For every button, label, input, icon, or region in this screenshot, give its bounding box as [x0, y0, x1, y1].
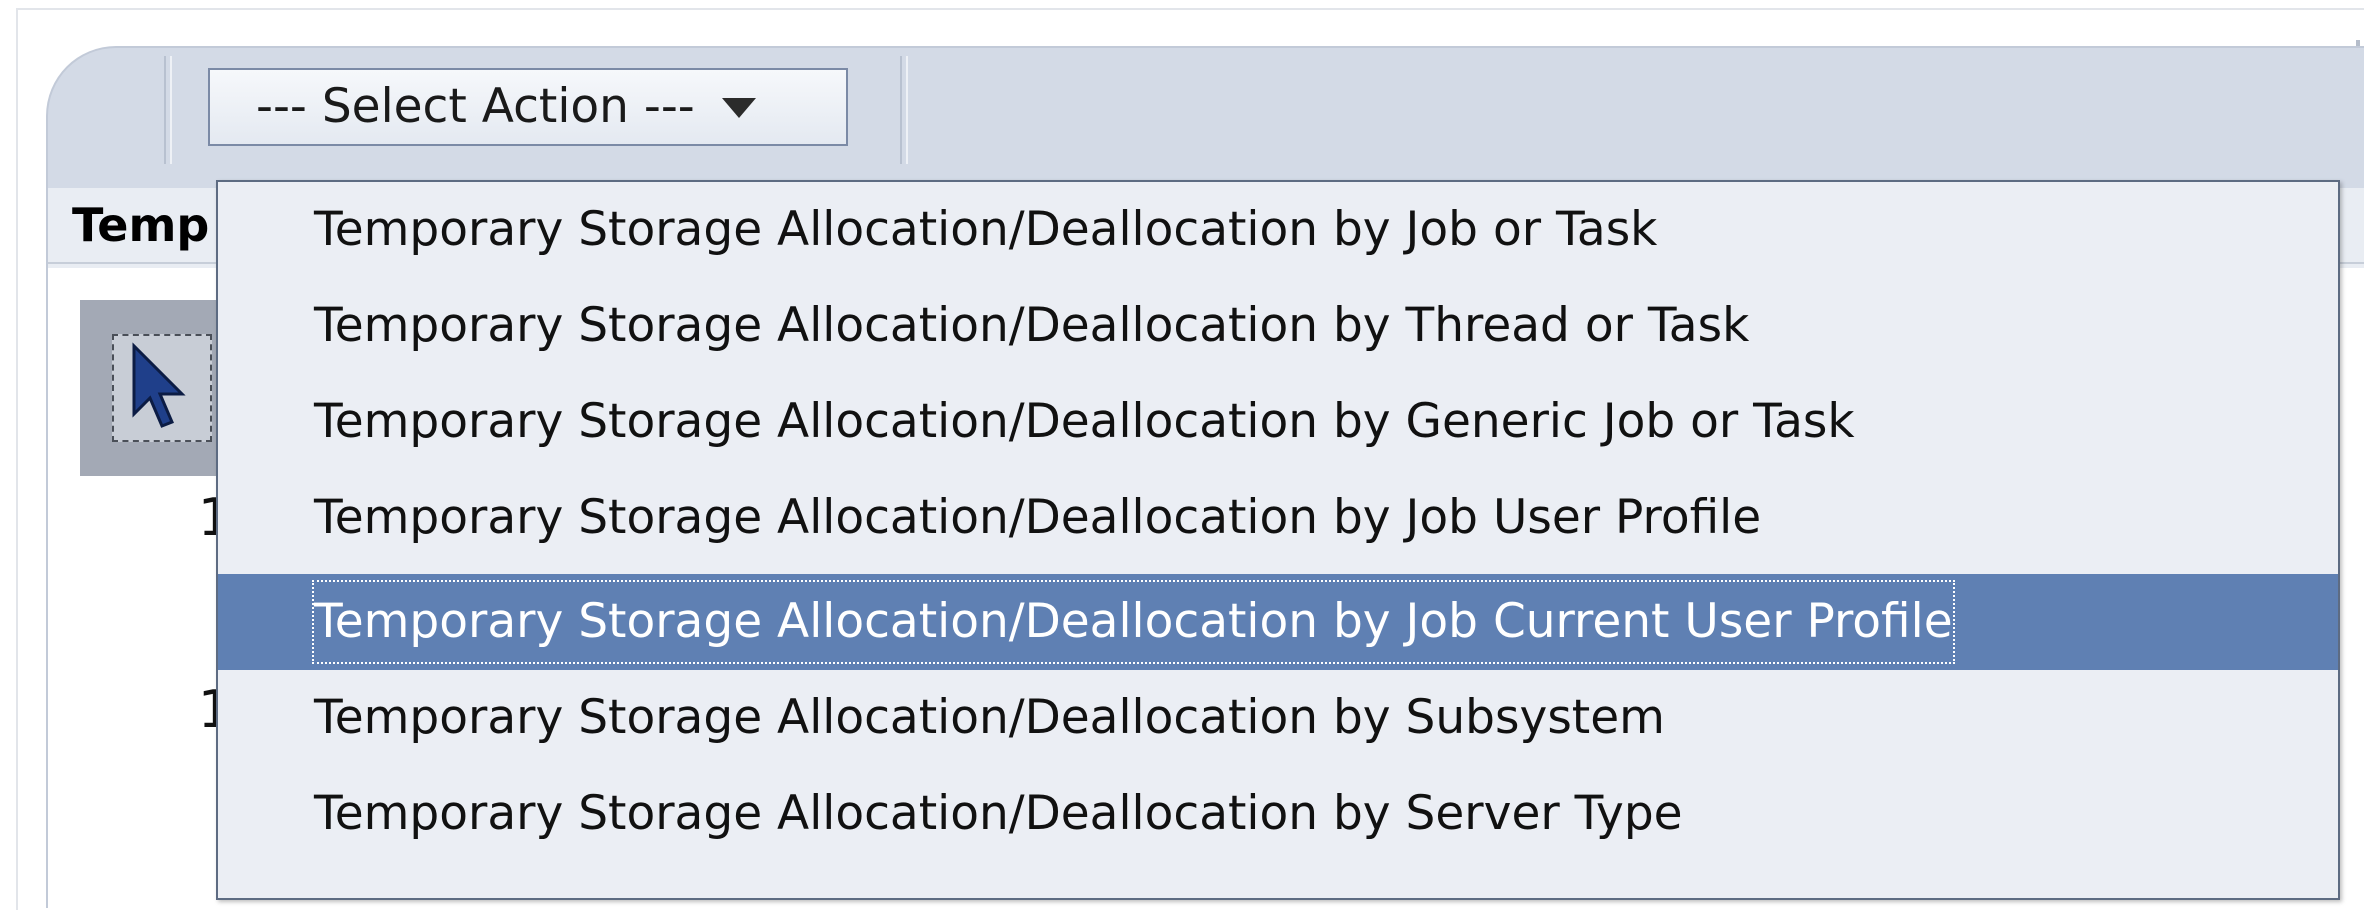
menu-item-label: Temporary Storage Allocation/Deallocatio… — [314, 786, 1683, 841]
menu-item-by-thread-or-task[interactable]: Temporary Storage Allocation/Deallocatio… — [218, 278, 2338, 374]
menu-item-by-job-user-profile[interactable]: Temporary Storage Allocation/Deallocatio… — [218, 470, 2338, 566]
menu-item-by-server-type[interactable]: Temporary Storage Allocation/Deallocatio… — [218, 766, 2338, 862]
menu-item-label: Temporary Storage Allocation/Deallocatio… — [314, 394, 1855, 449]
select-action-label: --- Select Action --- — [256, 79, 695, 134]
toolbar-separator — [900, 56, 908, 164]
menu-item-by-job-or-task[interactable]: Temporary Storage Allocation/Deallocatio… — [218, 182, 2338, 278]
column-header[interactable]: Temp — [72, 198, 209, 252]
menu-item-label: Temporary Storage Allocation/Deallocatio… — [314, 202, 1658, 257]
triangle-down-icon — [721, 97, 756, 118]
select-tool-frame — [112, 334, 212, 442]
menu-item-label: Temporary Storage Allocation/Deallocatio… — [314, 490, 1762, 545]
menu-item-by-subsystem[interactable]: Temporary Storage Allocation/Deallocatio… — [218, 670, 2338, 766]
select-action-dropdown[interactable]: --- Select Action --- — [208, 68, 848, 146]
toolbar-separator — [164, 56, 172, 164]
menu-item-by-job-current-user-profile[interactable]: Temporary Storage Allocation/Deallocatio… — [218, 574, 2338, 670]
action-dropdown-menu: Temporary Storage Allocation/Deallocatio… — [216, 180, 2340, 900]
menu-item-label: Temporary Storage Allocation/Deallocatio… — [314, 690, 1665, 745]
menu-item-label: Temporary Storage Allocation/Deallocatio… — [314, 298, 1750, 353]
cursor-arrow-icon — [132, 342, 186, 428]
menu-item-by-generic-job-or-task[interactable]: Temporary Storage Allocation/Deallocatio… — [218, 374, 2338, 470]
select-tool-button[interactable] — [80, 300, 220, 476]
menu-item-label: Temporary Storage Allocation/Deallocatio… — [310, 578, 1957, 666]
